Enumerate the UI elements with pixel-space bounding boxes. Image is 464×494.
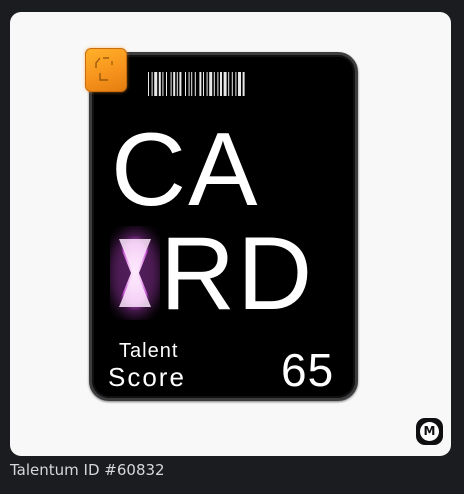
token-id-caption[interactable]: Talentum ID #60832	[10, 461, 165, 479]
talent-label: Talent	[119, 340, 179, 362]
card-title-line2: RD	[160, 216, 315, 332]
barcode-icon	[148, 72, 245, 96]
marketplace-m-icon[interactable]: M	[416, 418, 443, 445]
score-label: Score	[108, 362, 186, 392]
marketplace-m-letter: M	[420, 422, 439, 441]
chip-icon	[85, 48, 127, 92]
score-value: 65	[281, 344, 335, 396]
hourglass-icon	[110, 229, 160, 317]
card-title-line1: CA	[111, 112, 260, 228]
